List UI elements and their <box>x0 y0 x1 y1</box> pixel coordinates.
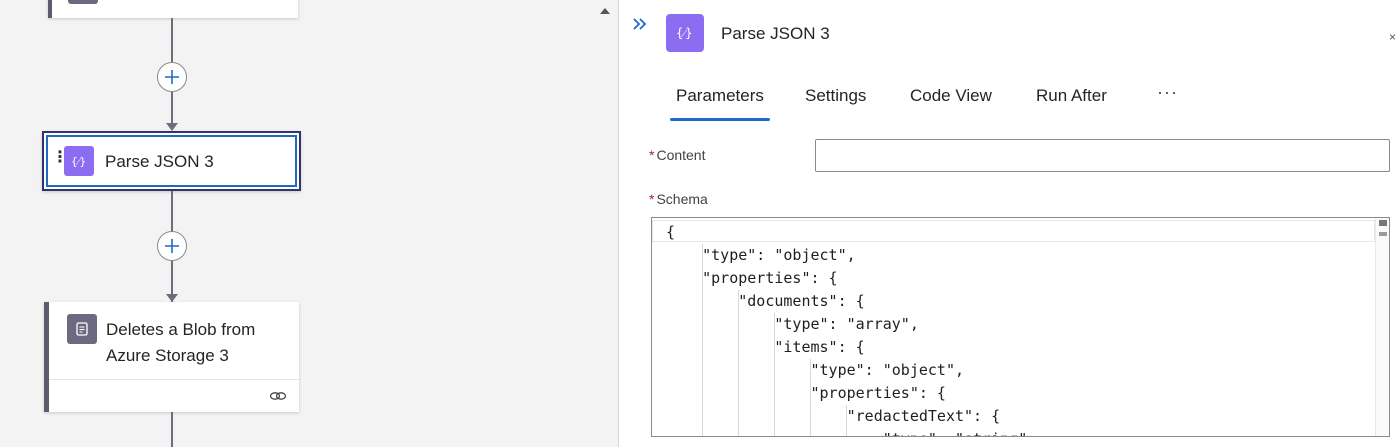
braces-icon: {⁄} <box>64 146 94 176</box>
plus-icon <box>165 239 179 253</box>
blob-icon <box>67 314 97 344</box>
scroll-up-icon[interactable] <box>600 8 610 14</box>
tab-code-view[interactable]: Code View <box>910 86 992 106</box>
connector-arrow-icon <box>166 294 178 302</box>
details-panel: {⁄} Parse JSON 3 × Parameters Settings C… <box>619 0 1400 447</box>
link-icon[interactable] <box>269 389 287 403</box>
node-title: Parse JSON 3 <box>105 152 214 171</box>
action-icon <box>68 0 98 4</box>
svg-text:{⁄}: {⁄} <box>676 26 692 40</box>
workflow-node-parse-json[interactable]: ⋮ {⁄} Parse JSON 3 <box>42 131 301 191</box>
scrollbar-thumb[interactable] <box>1379 220 1387 226</box>
plus-icon <box>165 70 179 84</box>
editor-scrollbar[interactable] <box>1375 218 1389 436</box>
close-icon[interactable]: × <box>1389 30 1396 44</box>
more-tabs-icon[interactable]: ··· <box>1157 82 1178 103</box>
connector-line <box>171 412 173 447</box>
add-step-button[interactable] <box>157 231 187 261</box>
tab-settings[interactable]: Settings <box>805 86 866 106</box>
workflow-node-top[interactable] <box>48 0 298 18</box>
svg-text:{⁄}: {⁄} <box>71 155 86 168</box>
schema-code-editor[interactable]: { "type": "object", "properties": { "doc… <box>651 217 1390 437</box>
content-input[interactable] <box>815 139 1390 172</box>
tab-parameters[interactable]: Parameters <box>670 86 770 121</box>
schema-label: * Schema <box>649 191 708 207</box>
content-label: * Content <box>649 147 706 163</box>
scrollbar-marker <box>1379 232 1387 236</box>
schema-code[interactable]: { "type": "object", "properties": { "doc… <box>666 221 1027 436</box>
node-title: Deletes a Blob from Azure Storage 3 <box>106 320 256 365</box>
add-step-button[interactable] <box>157 62 187 92</box>
tab-run-after[interactable]: Run After <box>1036 86 1107 106</box>
designer-canvas[interactable]: ⋮ {⁄} Parse JSON 3 Deletes a Blob from A… <box>0 0 618 447</box>
braces-icon: {⁄} <box>666 14 704 52</box>
double-chevron-right-icon[interactable] <box>631 16 649 32</box>
connector-arrow-icon <box>166 123 178 131</box>
workflow-node-delete-blob[interactable]: Deletes a Blob from Azure Storage 3 <box>44 302 299 412</box>
node-footer <box>49 379 299 412</box>
panel-title: Parse JSON 3 <box>721 24 830 43</box>
